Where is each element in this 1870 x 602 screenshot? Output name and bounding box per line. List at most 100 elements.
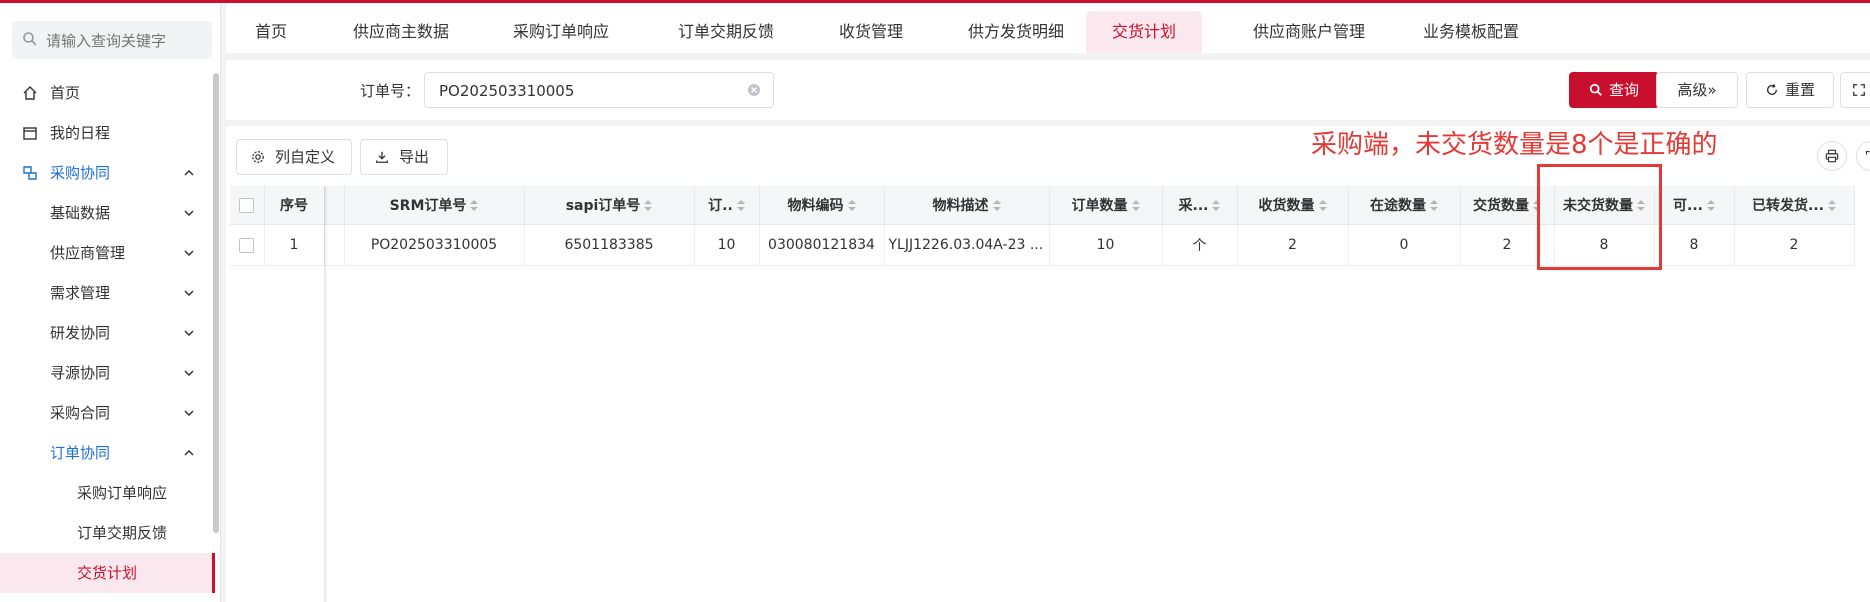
column-customize-label: 列自定义 [275, 148, 336, 166]
home-icon [23, 86, 37, 100]
cell-available-qty: 8 [1654, 224, 1735, 266]
col-header-received-qty[interactable]: 收货数量 [1237, 186, 1349, 225]
sidebar-item-label: 订单协同 [50, 444, 111, 462]
sidebar-item-label: 交货计划 [77, 564, 138, 582]
tab-receiving[interactable]: 收货管理 [826, 11, 916, 53]
tab-po-response[interactable]: 采购订单响应 [496, 11, 626, 53]
sidebar-item-order-collab[interactable]: 订单协同 [0, 433, 215, 473]
cell-sap-order: 6501183385 [524, 224, 695, 266]
fixed-column-shadow [324, 186, 328, 602]
sort-icon[interactable] [1706, 200, 1715, 212]
clear-icon[interactable] [747, 83, 761, 97]
sort-icon[interactable] [1131, 200, 1140, 212]
fullscreen-icon [1853, 84, 1865, 96]
chevron-down-icon [184, 210, 194, 217]
print-button[interactable] [1817, 141, 1847, 171]
col-header-order-qty[interactable]: 订单数量 [1049, 186, 1163, 225]
col-header-purchase-unit[interactable]: 采... [1162, 186, 1238, 225]
cell-order-qty: 10 [1049, 224, 1163, 266]
sidebar-item-label: 供应商管理 [50, 244, 126, 262]
sidebar-scrollbar[interactable] [213, 73, 219, 533]
column-customize-button[interactable]: 列自定义 [236, 139, 352, 175]
cell-srm-order-link[interactable]: PO202503310005 [344, 224, 525, 266]
row-checkbox[interactable] [230, 224, 265, 266]
sort-icon[interactable] [992, 200, 1001, 212]
procurement-icon [23, 166, 37, 180]
chevron-down-icon [184, 410, 194, 417]
chevron-up-icon [184, 449, 194, 456]
sort-icon[interactable] [644, 200, 653, 212]
sidebar-item-sourcing[interactable]: 寻源协同 [0, 353, 215, 393]
sidebar-search-input[interactable] [44, 27, 208, 55]
gear-icon [252, 151, 264, 163]
query-button[interactable]: 查询 [1569, 72, 1659, 108]
sort-icon[interactable] [470, 200, 479, 212]
annotation-highlight-box [1537, 164, 1662, 270]
cell-forwarded-shipment: 2 [1734, 224, 1855, 266]
reset-label: 重置 [1784, 81, 1815, 99]
sidebar-item-demand-mgmt[interactable]: 需求管理 [0, 273, 215, 313]
sidebar-item-delivery-plan[interactable]: 交货计划 [0, 553, 215, 593]
sidebar-item-delivery-feedback[interactable]: 订单交期反馈 [0, 513, 215, 553]
chevron-up-icon [184, 169, 194, 176]
sidebar-item-home[interactable]: 首页 [0, 73, 215, 113]
select-all-checkbox[interactable] [230, 186, 265, 225]
advanced-label: 高级» [1677, 81, 1717, 99]
reset-button[interactable]: 重置 [1746, 72, 1834, 108]
sidebar-item-po-response[interactable]: 采购订单响应 [0, 473, 215, 513]
sort-icon[interactable] [1318, 200, 1327, 212]
col-header-material-code[interactable]: 物料编码 [759, 186, 885, 225]
tab-home[interactable]: 首页 [236, 11, 306, 53]
advanced-button[interactable]: 高级» [1656, 72, 1738, 108]
sidebar-item-contracts[interactable]: 采购合同 [0, 393, 215, 433]
col-header-available-qty[interactable]: 可... [1654, 186, 1735, 225]
sidebar-item-basic-data[interactable]: 基础数据 [0, 193, 215, 233]
chevron-down-icon [184, 250, 194, 257]
order-number-input[interactable] [437, 79, 741, 103]
sidebar-item-label: 我的日程 [50, 124, 111, 142]
sidebar-item-label: 基础数据 [50, 204, 111, 222]
sort-icon[interactable] [1430, 200, 1438, 212]
sidebar: 首页 我的日程 采购协同 基础数据 供应商管理 需求管理 研发协同 寻源协同 [0, 3, 221, 602]
sidebar-item-label: 采购合同 [50, 404, 111, 422]
tab-supplier-master[interactable]: 供应商主数据 [336, 11, 466, 53]
col-header-material-desc[interactable]: 物料描述 [884, 186, 1050, 225]
expand-button[interactable] [1856, 141, 1870, 171]
tab-delivery-plan[interactable]: 交货计划 [1086, 11, 1202, 53]
chevron-down-icon [184, 370, 194, 377]
page-tabs: 首页 供应商主数据 采购订单响应 订单交期反馈 收货管理 供方发货明细 交货计划… [226, 3, 1870, 53]
tab-shipment-detail[interactable]: 供方发货明细 [951, 11, 1081, 53]
sidebar-item-label: 研发协同 [50, 324, 111, 342]
sidebar-item-label: 订单交期反馈 [77, 524, 168, 542]
sort-icon[interactable] [1827, 200, 1836, 212]
tab-supplier-accounts[interactable]: 供应商账户管理 [1234, 11, 1384, 53]
sidebar-item-procurement[interactable]: 采购协同 [0, 153, 215, 193]
chevron-down-icon [184, 290, 194, 297]
sidebar-item-label: 需求管理 [50, 284, 111, 302]
col-header-srm-order[interactable]: SRM订单号 [344, 186, 525, 225]
sort-icon[interactable] [1212, 200, 1221, 212]
sidebar-search[interactable] [12, 21, 212, 59]
sort-icon[interactable] [847, 200, 856, 212]
tab-template-config[interactable]: 业务模板配置 [1406, 11, 1536, 53]
sidebar-item-rd-collab[interactable]: 研发协同 [0, 313, 215, 353]
export-button[interactable]: 导出 [360, 139, 448, 175]
cell-material-desc: YLJJ1226.03.04A-23 ... [884, 224, 1050, 266]
col-header-index: 序号 [264, 186, 325, 225]
col-header-forwarded-shipment[interactable]: 已转发货... [1734, 186, 1855, 225]
col-header-in-transit-qty[interactable]: 在途数量 [1348, 186, 1461, 225]
calendar-icon [23, 127, 37, 140]
tab-delivery-feedback[interactable]: 订单交期反馈 [661, 11, 791, 53]
sort-icon[interactable] [736, 200, 745, 212]
export-label: 导出 [399, 148, 430, 166]
sidebar-item-supplier-mgmt[interactable]: 供应商管理 [0, 233, 215, 273]
search-icon [1589, 83, 1602, 96]
sidebar-item-label: 首页 [50, 84, 81, 102]
col-header-sap-order[interactable]: sapi订单号 [524, 186, 695, 225]
col-header-order-line[interactable]: 订.. [694, 186, 760, 225]
fullscreen-button[interactable] [1840, 72, 1870, 108]
download-icon [376, 151, 388, 163]
order-number-field[interactable] [424, 72, 774, 108]
annotation-note: 采购端，未交货数量是8个是正确的 [1311, 130, 1718, 160]
sidebar-item-schedule[interactable]: 我的日程 [0, 113, 215, 153]
